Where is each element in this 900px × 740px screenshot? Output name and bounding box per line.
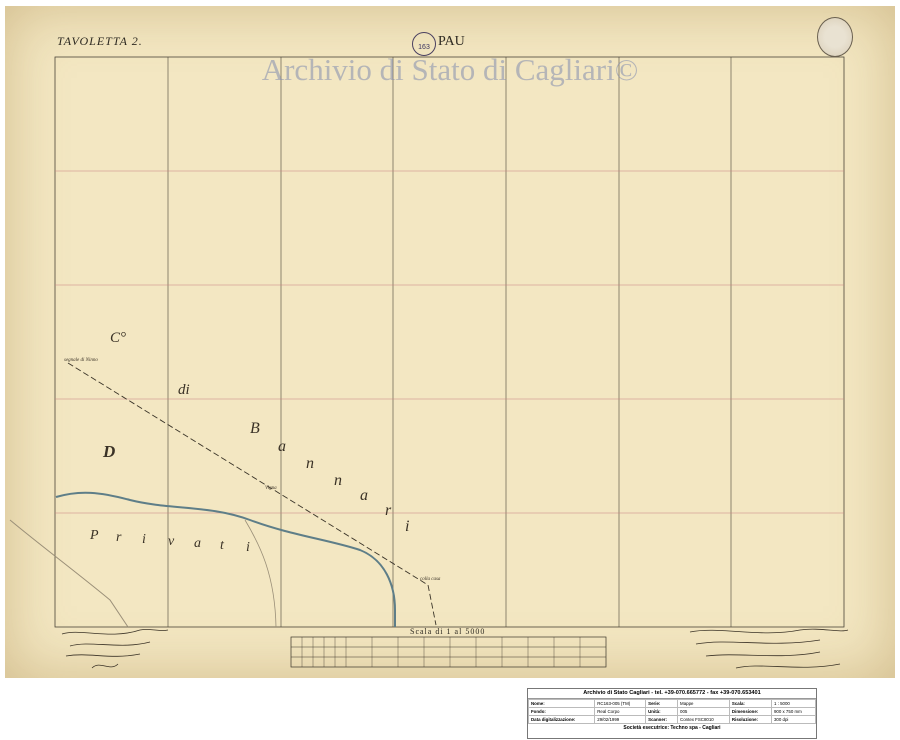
label-bannari-5: r	[385, 502, 392, 519]
info-key: Data digitalizzazione:	[527, 715, 596, 724]
label-privati-2: i	[142, 532, 146, 547]
info-value: Mappe	[677, 699, 730, 708]
info-key: Unità:	[645, 707, 679, 716]
info-value: 005	[677, 707, 730, 716]
info-key: Scala:	[728, 699, 772, 708]
signature-right	[689, 628, 849, 669]
info-value: 1 : 5000	[770, 699, 817, 708]
label-bannari-4: a	[360, 487, 368, 504]
inventory-stamp: 163	[412, 32, 436, 56]
info-key: Risoluzione:	[728, 715, 772, 724]
info-value: 29/02/1999	[594, 715, 647, 724]
info-key: Scanner:	[645, 715, 679, 724]
archive-info-box: Archivio di Stato Cagliari - tel. +39-07…	[527, 688, 817, 739]
signature-left	[61, 629, 169, 669]
archive-seal-icon	[817, 17, 853, 57]
label-privati-3: v	[168, 534, 175, 549]
info-table: Nome: RC163-005 (TM) Serie: Mappe Scala:…	[527, 699, 817, 724]
info-value: Real Corpo	[594, 707, 647, 716]
info-value: 900 x 750 mm	[770, 707, 817, 716]
label-di: di	[178, 382, 190, 398]
info-key: Serie:	[645, 699, 679, 708]
info-value: Contex FSC8010	[677, 715, 730, 724]
info-key: Fondo:	[527, 707, 596, 716]
label-bannari-1: a	[278, 438, 286, 455]
boundary-dashed-line	[67, 362, 437, 626]
label-bannari-2: n	[306, 455, 314, 472]
note-vigna: Vigna	[265, 486, 277, 491]
table-row: Fondo: Real Corpo Unità: 005 Dimensione:…	[527, 707, 817, 716]
stamp-number: 163	[418, 44, 430, 51]
table-row: Nome: RC163-005 (TM) Serie: Mappe Scala:…	[527, 699, 817, 708]
label-bannari-6: i	[405, 518, 410, 535]
info-key: Nome:	[527, 699, 596, 708]
label-privati-5: t	[220, 538, 224, 553]
grid-horizontal	[55, 170, 844, 514]
note-point: segnale di Ninno	[64, 358, 98, 363]
info-value: RC163-005 (TM)	[594, 699, 647, 708]
archive-watermark: Archivio di Stato di Cagliari©	[261, 52, 639, 87]
info-footer: Società esecutrice: Techno spa - Cagliar…	[623, 725, 721, 731]
label-privati-1: r	[116, 530, 122, 545]
label-privati-0: P	[90, 528, 99, 543]
info-value: 300 dpi	[770, 715, 817, 724]
label-parcel-d: D	[103, 442, 116, 461]
label-privati-4: a	[194, 536, 201, 551]
info-key: Dimensione:	[728, 707, 772, 716]
road-line	[9, 519, 129, 628]
label-bannari-0: B	[250, 420, 260, 437]
sheet-title: PAU	[438, 34, 465, 49]
scale-title: Scala di 1 al 5000	[410, 627, 486, 636]
table-row: Data digitalizzazione: 29/02/1999 Scanne…	[527, 715, 817, 724]
label-bannari-3: n	[334, 472, 342, 489]
info-header: Archivio di Stato Cagliari - tel. +39-07…	[528, 689, 816, 699]
note-end: colla casa	[420, 577, 441, 582]
grid-vertical	[167, 57, 732, 627]
scale-bar	[290, 636, 607, 668]
tavoletta-label: TAVOLETTA 2.	[57, 34, 143, 48]
label-co: C°	[110, 330, 127, 346]
label-privati-6: i	[246, 540, 250, 555]
road-line-2	[244, 519, 277, 628]
